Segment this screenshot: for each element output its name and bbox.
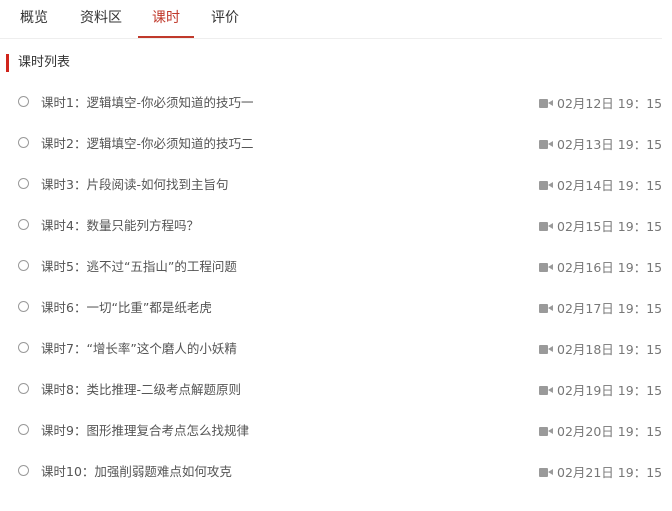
lesson-row[interactable]: 课时8：类比推理-二级考点解题原则 02月19日 19：15: [0, 369, 672, 410]
lesson-row[interactable]: 课时5：逃不过“五指山”的工程问题 02月16日 19：15: [0, 246, 672, 287]
lesson-time: 02月18日 19：15: [557, 342, 663, 357]
video-camera-icon: [539, 345, 553, 354]
radio-circle-icon[interactable]: [18, 178, 29, 189]
radio-circle-icon[interactable]: [18, 465, 29, 476]
tab-lessons[interactable]: 课时: [138, 0, 194, 38]
video-camera-icon: [539, 468, 553, 477]
lesson-row[interactable]: 课时2：逻辑填空-你必须知道的技巧二 02月13日 19：15: [0, 123, 672, 164]
lesson-row[interactable]: 课时9：图形推理复合考点怎么找规律 02月20日 19：15: [0, 410, 672, 451]
radio-circle-icon[interactable]: [18, 424, 29, 435]
lesson-title[interactable]: 课时6：一切“比重”都是纸老虎: [41, 299, 212, 317]
lesson-list: 课时1：逻辑填空-你必须知道的技巧一 02月12日 19：15 课时2：逻辑填空…: [0, 82, 672, 492]
lesson-time: 02月19日 19：15: [557, 383, 663, 398]
lesson-row[interactable]: 课时4：数量只能列方程吗？ 02月15日 19：15: [0, 205, 672, 246]
lesson-title[interactable]: 课时1：逻辑填空-你必须知道的技巧一: [41, 94, 253, 112]
video-camera-icon: [539, 222, 553, 231]
lesson-row[interactable]: 课时10：加强削弱题难点如何攻克 02月21日 19：15: [0, 451, 672, 492]
radio-circle-icon[interactable]: [18, 342, 29, 353]
lesson-row[interactable]: 课时6：一切“比重”都是纸老虎 02月17日 19：15: [0, 287, 672, 328]
lesson-row[interactable]: 课时7：“增长率”这个磨人的小妖精 02月18日 19：15: [0, 328, 672, 369]
radio-circle-icon[interactable]: [18, 137, 29, 148]
lesson-time: 02月17日 19：15: [557, 301, 663, 316]
lesson-title[interactable]: 课时9：图形推理复合考点怎么找规律: [41, 422, 249, 440]
lesson-row[interactable]: 课时1：逻辑填空-你必须知道的技巧一 02月12日 19：15: [0, 82, 672, 123]
video-camera-icon: [539, 304, 553, 313]
radio-circle-icon[interactable]: [18, 383, 29, 394]
lesson-time: 02月13日 19：15: [557, 137, 663, 152]
lesson-title[interactable]: 课时4：数量只能列方程吗？: [41, 217, 199, 235]
lesson-title[interactable]: 课时3：片段阅读-如何找到主旨句: [41, 176, 228, 194]
lesson-title[interactable]: 课时2：逻辑填空-你必须知道的技巧二: [41, 135, 253, 153]
lesson-time: 02月15日 19：15: [557, 219, 663, 234]
section-title: 课时列表: [6, 54, 70, 72]
video-camera-icon: [539, 386, 553, 395]
lesson-title[interactable]: 课时5：逃不过“五指山”的工程问题: [41, 258, 237, 276]
video-camera-icon: [539, 181, 553, 190]
lesson-time: 02月14日 19：15: [557, 178, 663, 193]
radio-circle-icon[interactable]: [18, 219, 29, 230]
tab-reviews[interactable]: 评价: [204, 0, 246, 37]
lesson-title[interactable]: 课时10：加强削弱题难点如何攻克: [41, 463, 232, 481]
lesson-title[interactable]: 课时7：“增长率”这个磨人的小妖精: [41, 340, 237, 358]
video-camera-icon: [539, 263, 553, 272]
video-camera-icon: [539, 427, 553, 436]
video-camera-icon: [539, 140, 553, 149]
radio-circle-icon[interactable]: [18, 260, 29, 271]
lesson-title[interactable]: 课时8：类比推理-二级考点解题原则: [41, 381, 241, 399]
video-camera-icon: [539, 99, 553, 108]
lesson-time: 02月21日 19：15: [557, 465, 663, 480]
radio-circle-icon[interactable]: [18, 96, 29, 107]
tab-bar: 概览 资料区 课时 评价: [0, 0, 662, 39]
tab-overview[interactable]: 概览: [10, 0, 58, 37]
lesson-row[interactable]: 课时3：片段阅读-如何找到主旨句 02月14日 19：15: [0, 164, 672, 205]
radio-circle-icon[interactable]: [18, 301, 29, 312]
lesson-time: 02月12日 19：15: [557, 96, 663, 111]
tab-resources[interactable]: 资料区: [74, 0, 128, 37]
lesson-time: 02月20日 19：15: [557, 424, 663, 439]
lesson-time: 02月16日 19：15: [557, 260, 663, 275]
